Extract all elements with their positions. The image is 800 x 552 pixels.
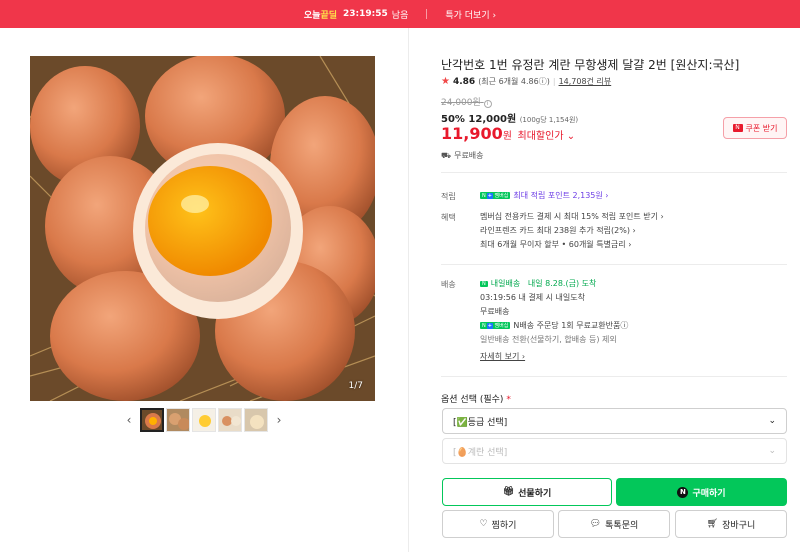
thumbnail[interactable] bbox=[140, 408, 164, 432]
column-divider bbox=[408, 28, 409, 552]
benefit-line[interactable]: 라인프렌즈 카드 최대 238원 추가 적립(2%) › bbox=[480, 225, 636, 236]
buy-button[interactable]: N 구매하기 bbox=[616, 478, 787, 506]
chevron-down-icon: ⌄ bbox=[768, 446, 776, 456]
today-deal-label: 오늘끝딜 bbox=[303, 10, 338, 21]
deal-banner: 오늘끝딜 23:19:55 남음 특가 더보기 › bbox=[0, 0, 800, 28]
truck-icon: ⛟ bbox=[441, 150, 452, 160]
original-price: 24,000원 i bbox=[441, 95, 492, 108]
delivery-free: 무료배송 bbox=[480, 307, 510, 316]
review-count-link[interactable]: 14,708건 리뷰 bbox=[559, 76, 612, 87]
info-icon[interactable]: i bbox=[483, 100, 492, 108]
egg-select[interactable]: [🥚계란 선택] ⌄ bbox=[442, 438, 787, 464]
talk-button[interactable]: 💬︎ 톡톡문의 bbox=[558, 510, 670, 538]
thumb-prev-icon[interactable]: ‹ bbox=[120, 413, 138, 427]
timer-suffix: 남음 bbox=[391, 10, 409, 21]
unit-price: (100g당 1,154원) bbox=[519, 116, 579, 124]
npay-membership-icon: N + 멤버십 bbox=[480, 192, 511, 199]
rating-divider: | bbox=[552, 77, 556, 86]
gift-button[interactable]: 🎁︎ 선물하기 bbox=[442, 478, 612, 506]
benefit-line[interactable]: 멤버십 전용카드 결제 시 최대 15% 적립 포인트 받기 › bbox=[480, 211, 664, 222]
section-divider bbox=[441, 172, 787, 173]
thumbnail[interactable] bbox=[244, 408, 268, 432]
thumbnail[interactable] bbox=[192, 408, 216, 432]
section-divider bbox=[441, 376, 787, 377]
coupon-icon: N bbox=[732, 124, 743, 132]
star-icon: ★ bbox=[441, 76, 450, 87]
rating-score: 4.86 bbox=[452, 76, 476, 87]
thumbnail-strip: ‹ › bbox=[120, 408, 288, 432]
delivery-arrival: N 내일배송 내일 8.28.(금) 도착 bbox=[480, 279, 597, 288]
points-link[interactable]: N + 멤버십 최대 적립 포인트 2,135원 › bbox=[480, 190, 609, 201]
cart-icon: 🛒︎ bbox=[706, 519, 719, 529]
delivery-label: 배송 bbox=[441, 280, 456, 289]
thumbnail[interactable] bbox=[218, 408, 242, 432]
coupon-button[interactable]: N 쿠폰 받기 bbox=[723, 117, 787, 139]
product-main-image[interactable]: 1/7 bbox=[30, 56, 375, 401]
thumb-next-icon[interactable]: › bbox=[270, 413, 288, 427]
special-deal-link[interactable]: 특가 더보기 › bbox=[445, 8, 496, 21]
gift-icon: 🎁︎ bbox=[502, 487, 515, 497]
exchange-note: 일반배송 전환(선물하기, 합배송 등) 제외 bbox=[480, 335, 617, 344]
discount-row: 50% 12,000원 (100g당 1,154원) bbox=[441, 110, 578, 125]
final-price: 11,900원 최대할인가 ⌄ bbox=[441, 124, 576, 143]
max-discount-toggle[interactable]: 최대할인가 ⌄ bbox=[518, 131, 576, 142]
delivery-cutoff: 03:19:56 내 결제 시 내일도착 bbox=[480, 293, 585, 302]
chevron-down-icon: ⌄ bbox=[768, 416, 776, 426]
product-title: 난각번호 1번 유정란 계란 무항생제 달걀 2번 [원산지:국산] bbox=[441, 58, 740, 72]
grade-select[interactable]: [✅등급 선택] ⌄ bbox=[442, 408, 787, 434]
benefit-label: 혜택 bbox=[441, 213, 456, 222]
option-label: 옵션 선택 (필수) * bbox=[441, 395, 511, 405]
chat-icon: 💬︎ bbox=[589, 519, 602, 529]
thumbnail[interactable] bbox=[166, 408, 190, 432]
points-label: 적립 bbox=[441, 192, 456, 201]
image-counter: 1/7 bbox=[348, 381, 363, 391]
deal-timer: 23:19:55 bbox=[343, 9, 388, 19]
rating-row: ★ 4.86 (최근 6개월 4.86ⓘ) | 14,708건 리뷰 bbox=[441, 76, 611, 87]
wish-button[interactable]: ♡ 찜하기 bbox=[442, 510, 554, 538]
delivery-more-link[interactable]: 자세히 보기 › bbox=[480, 351, 525, 362]
benefit-line[interactable]: 최대 6개월 무이자 할부 • 60개월 특별금리 › bbox=[480, 239, 631, 250]
free-shipping: ⛟ 무료배송 bbox=[441, 150, 484, 161]
banner-divider bbox=[426, 9, 428, 19]
exchange-info[interactable]: N + 멤버십 N배송 주문당 1회 무료교환반품ⓘ bbox=[480, 320, 628, 331]
npay-icon: N bbox=[677, 486, 689, 498]
cart-button[interactable]: 🛒︎ 장바구니 bbox=[675, 510, 787, 538]
nday-icon: N bbox=[480, 280, 488, 287]
rating-recent[interactable]: (최근 6개월 4.86ⓘ) bbox=[478, 76, 550, 87]
heart-icon: ♡ bbox=[479, 519, 488, 529]
npay-membership-icon: N + 멤버십 bbox=[480, 322, 511, 329]
section-divider bbox=[441, 264, 787, 265]
